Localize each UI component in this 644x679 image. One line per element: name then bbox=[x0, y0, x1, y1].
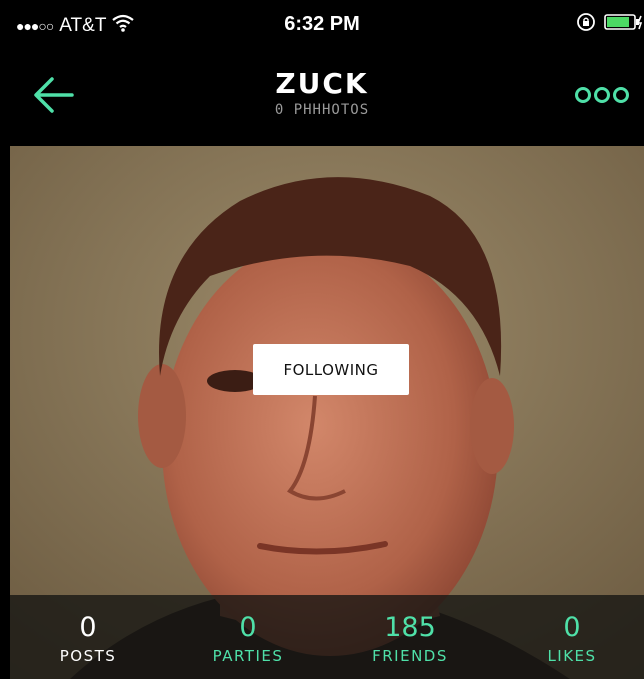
stat-likes-value: 0 bbox=[563, 612, 581, 643]
stat-likes[interactable]: 0 LIKES bbox=[507, 612, 637, 666]
more-dots-icon bbox=[575, 87, 629, 103]
stat-friends[interactable]: 185 FRIENDS bbox=[345, 612, 475, 666]
status-right bbox=[576, 12, 644, 36]
title-block: ZUCK 0 PHHHOTOS bbox=[0, 67, 644, 119]
stat-posts-value: 0 bbox=[79, 612, 97, 643]
photo-count: 0 PHHHOTOS bbox=[274, 102, 370, 118]
more-button[interactable] bbox=[574, 84, 630, 106]
stat-parties-label: PARTIES bbox=[212, 647, 284, 665]
status-bar: ●●●○○ AT&T 6:32 PM bbox=[0, 0, 644, 48]
nav-bar: ZUCK 0 PHHHOTOS bbox=[0, 48, 644, 146]
stat-parties[interactable]: 0 PARTIES bbox=[183, 612, 313, 666]
stat-posts[interactable]: 0 POSTS bbox=[23, 612, 153, 666]
status-time: 6:32 PM bbox=[284, 13, 360, 35]
stat-posts-label: POSTS bbox=[59, 647, 117, 665]
stat-likes-label: LIKES bbox=[547, 647, 597, 665]
stat-parties-value: 0 bbox=[239, 612, 257, 643]
stat-friends-label: FRIENDS bbox=[372, 647, 448, 665]
stats-bar: 0 POSTS 0 PARTIES 185 FRIENDS 0 LIKES bbox=[10, 595, 644, 679]
battery-icon bbox=[604, 12, 644, 36]
following-button[interactable]: FOLLOWING bbox=[253, 344, 409, 395]
stat-friends-value: 185 bbox=[384, 612, 436, 643]
rotation-lock-icon bbox=[576, 12, 596, 36]
page-title: ZUCK bbox=[275, 67, 369, 100]
